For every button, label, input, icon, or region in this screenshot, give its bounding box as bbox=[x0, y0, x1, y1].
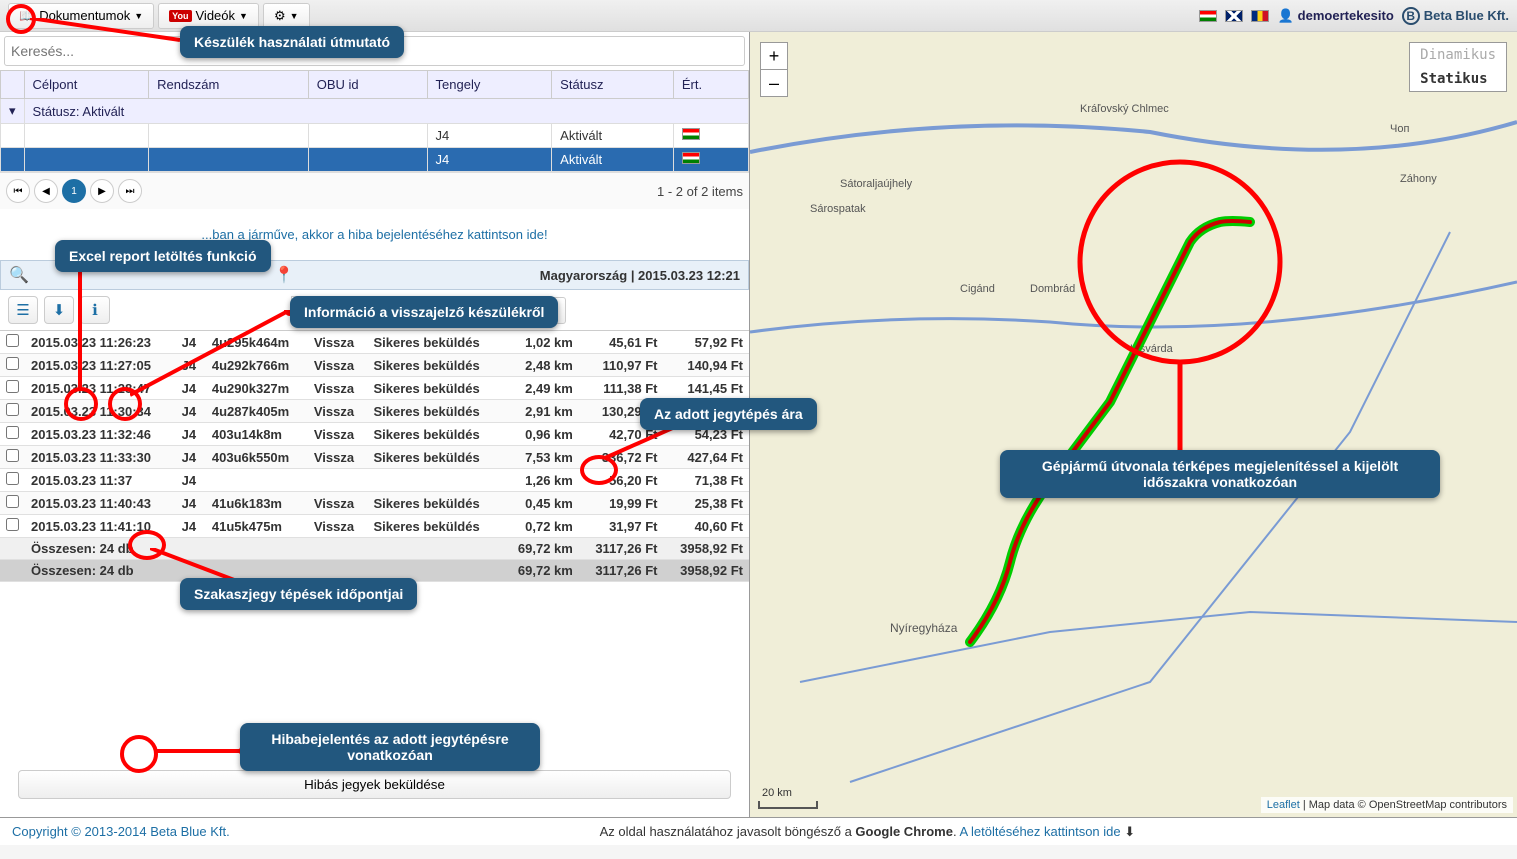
ticket-row[interactable]: 2015.03.23 11:37J4 1,26 km56,20 Ft71,38 … bbox=[0, 469, 749, 492]
ticket-row[interactable]: 2015.03.23 11:27:05J44u292k766m VisszaSi… bbox=[0, 354, 749, 377]
row-checkbox[interactable] bbox=[6, 495, 19, 508]
mode-dynamic[interactable]: Dinamikus bbox=[1410, 43, 1506, 67]
left-panel: Célpont Rendszám OBU id Tengely Státusz … bbox=[0, 32, 750, 817]
flag-hu-icon bbox=[682, 128, 700, 140]
row-checkbox[interactable] bbox=[6, 518, 19, 531]
row-checkbox[interactable] bbox=[6, 472, 19, 485]
pager-prev[interactable]: ◀ bbox=[34, 179, 58, 203]
col-obu[interactable]: OBU id bbox=[308, 71, 427, 99]
callout-price: Az adott jegytépés ára bbox=[640, 398, 817, 430]
flag-hu-icon[interactable] bbox=[1199, 10, 1217, 22]
pager-last[interactable]: ⏭ bbox=[118, 179, 142, 203]
ticket-row[interactable]: 2015.03.23 11:33:30J4403u6k550m VisszaSi… bbox=[0, 446, 749, 469]
ticket-row[interactable]: 2015.03.23 11:26:23J44u295k464m VisszaSi… bbox=[0, 331, 749, 354]
row-checkbox[interactable] bbox=[6, 426, 19, 439]
circle-mark-time bbox=[128, 530, 166, 560]
menu-videos[interactable]: You Videók ▼ bbox=[158, 3, 259, 29]
flag-en-icon[interactable] bbox=[1225, 10, 1243, 22]
col-ert[interactable]: Ért. bbox=[673, 71, 748, 99]
pager-first[interactable]: ⏮ bbox=[6, 179, 30, 203]
map-mode-switch[interactable]: Dinamikus Statikus bbox=[1409, 42, 1507, 92]
submit-errors-button[interactable]: Hibás jegyek beküldése bbox=[18, 770, 731, 799]
col-rendszam[interactable]: Rendszám bbox=[149, 71, 309, 99]
copyright: Copyright © 2013-2014 Beta Blue Kft. bbox=[12, 824, 230, 839]
svg-text:Sárospatak: Sárospatak bbox=[810, 203, 866, 215]
map-scale: 20 km bbox=[758, 801, 818, 809]
footer: Copyright © 2013-2014 Beta Blue Kft. Az … bbox=[0, 817, 1517, 845]
svg-text:Nyíregyháza: Nyíregyháza bbox=[890, 621, 958, 635]
ticket-row[interactable]: 2015.03.23 11:41:10J441u5k475m VisszaSik… bbox=[0, 515, 749, 538]
row-checkbox[interactable] bbox=[6, 334, 19, 347]
pager-page-1[interactable]: 1 bbox=[62, 179, 86, 203]
download-link[interactable]: A letöltéséhez kattintson ide bbox=[959, 824, 1120, 839]
circle-mark-info bbox=[108, 387, 142, 421]
brand-logo: BBeta Blue Kft. bbox=[1402, 7, 1509, 25]
map-panel[interactable]: Nyíregyháza Kisvárda Dombrád Cigánd Sáro… bbox=[750, 32, 1517, 817]
callout-map-route: Gépjármű útvonala térképes megjelenítéss… bbox=[1000, 450, 1440, 498]
circle-mark-download bbox=[64, 387, 98, 421]
svg-text:Záhony: Záhony bbox=[1400, 173, 1437, 185]
circle-mark-error bbox=[120, 735, 158, 773]
ticket-row[interactable]: 2015.03.23 11:40:43J441u6k183m VisszaSik… bbox=[0, 492, 749, 515]
ticket-row[interactable]: 2015.03.23 11:32:46J4403u14k8m VisszaSik… bbox=[0, 423, 749, 446]
svg-text:Kráľovský Chlmec: Kráľovský Chlmec bbox=[1080, 103, 1169, 115]
svg-text:Чоп: Чоп bbox=[1390, 123, 1409, 135]
svg-text:Dombrád: Dombrád bbox=[1030, 283, 1075, 295]
row-checkbox[interactable] bbox=[6, 380, 19, 393]
status-group[interactable]: Státusz: Aktivált bbox=[24, 99, 748, 124]
list-view-button[interactable]: ☰ bbox=[8, 296, 38, 324]
magnify-icon[interactable]: 🔍 bbox=[9, 265, 29, 285]
menu-settings[interactable]: ⚙ ▼ bbox=[263, 3, 310, 29]
flag-ro-icon[interactable] bbox=[1251, 10, 1269, 22]
svg-text:Cigánd: Cigánd bbox=[960, 283, 995, 295]
user-label[interactable]: 👤 demoertekesito bbox=[1277, 8, 1393, 24]
ticket-table: 2015.03.23 11:26:23J44u295k464m VisszaSi… bbox=[0, 331, 749, 582]
callout-info: Információ a visszajelző készülékről bbox=[290, 296, 558, 328]
row-checkbox[interactable] bbox=[6, 357, 19, 370]
callout-device-manual: Készülék használati útmutató bbox=[180, 26, 404, 58]
pager-info: 1 - 2 of 2 items bbox=[657, 184, 743, 199]
row-checkbox[interactable] bbox=[6, 403, 19, 416]
location-text: Magyarország | 2015.03.23 12:21 bbox=[540, 268, 740, 283]
callout-timestamps: Szakaszjegy tépések időpontjai bbox=[180, 578, 417, 610]
pager-next[interactable]: ▶ bbox=[90, 179, 114, 203]
row-checkbox[interactable] bbox=[6, 449, 19, 462]
map-attribution: Leaflet | Map data © OpenStreetMap contr… bbox=[1261, 797, 1513, 813]
excel-download-button[interactable]: ⬇ bbox=[44, 296, 74, 324]
circle-mark-docs bbox=[6, 4, 36, 34]
vehicle-grid: Célpont Rendszám OBU id Tengely Státusz … bbox=[0, 70, 749, 172]
summary-row: Összesen: 24 db69,72 km3117,26 Ft3958,92… bbox=[0, 538, 749, 560]
pager: ⏮ ◀ 1 ▶ ⏭ 1 - 2 of 2 items bbox=[0, 172, 749, 209]
info-button[interactable]: ℹ bbox=[80, 296, 110, 324]
map-canvas[interactable]: Nyíregyháza Kisvárda Dombrád Cigánd Sáro… bbox=[750, 32, 1517, 817]
svg-text:Sátoraljaújhely: Sátoraljaújhely bbox=[840, 178, 913, 190]
col-celpont[interactable]: Célpont bbox=[24, 71, 149, 99]
zoom-in-button[interactable]: + bbox=[760, 42, 788, 70]
zoom-out-button[interactable]: – bbox=[760, 69, 788, 97]
footer-message: Az oldal használatához javasolt böngésző… bbox=[230, 824, 1505, 840]
mode-static[interactable]: Statikus bbox=[1410, 67, 1506, 91]
flag-hu-icon bbox=[682, 152, 700, 164]
leaflet-link[interactable]: Leaflet bbox=[1267, 799, 1300, 811]
col-tengely[interactable]: Tengely bbox=[427, 71, 552, 99]
callout-excel: Excel report letöltés funkció bbox=[55, 240, 271, 272]
grid-row-selected[interactable]: J4Aktivált bbox=[1, 148, 749, 172]
col-status[interactable]: Státusz bbox=[552, 71, 674, 99]
grid-row[interactable]: J4Aktivált bbox=[1, 124, 749, 148]
callout-error-report: Hibabejelentés az adott jegytépésre vona… bbox=[240, 723, 540, 771]
circle-mark-price bbox=[580, 455, 618, 485]
